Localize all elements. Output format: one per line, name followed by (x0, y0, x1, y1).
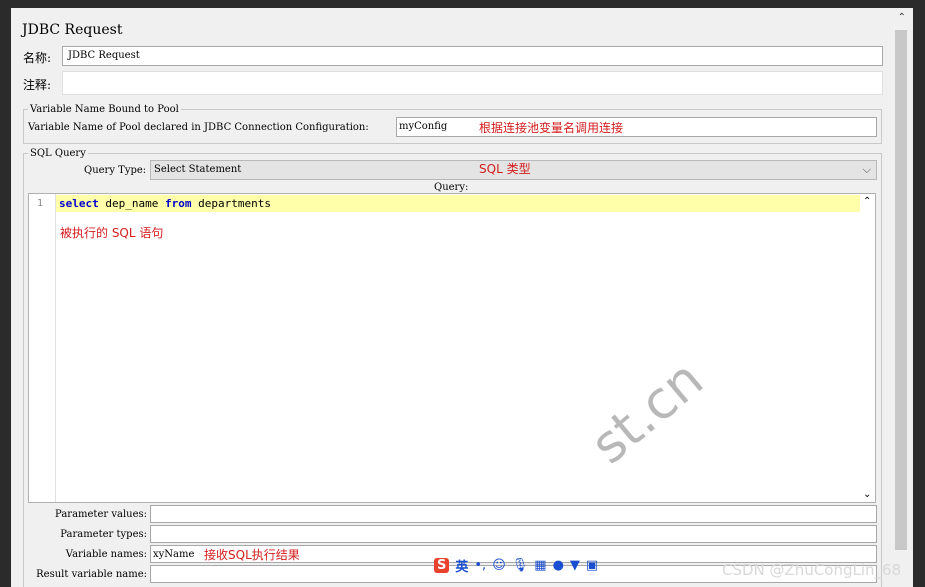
param-values-input[interactable] (150, 505, 877, 523)
variable-names-annotation: 接收SQL执行结果 (204, 548, 300, 562)
user-icon[interactable]: ● (553, 558, 564, 573)
emoji-icon[interactable]: ☺ (492, 558, 506, 573)
keyword-select: select (59, 197, 99, 210)
query-label: Query: (434, 182, 469, 193)
microphone-icon[interactable]: 🎙 (512, 558, 529, 573)
line-gutter: 1 (29, 194, 56, 502)
sql-query-legend: SQL Query (30, 148, 86, 159)
variable-names-value: xyName (153, 549, 195, 560)
pool-group-legend: Variable Name Bound to Pool (30, 104, 179, 115)
ime-language[interactable]: 英 (455, 556, 468, 575)
query-type-label: Query Type: (84, 165, 147, 176)
comment-input[interactable] (62, 71, 883, 95)
query-type-annotation: SQL 类型 (479, 162, 531, 176)
shirt-icon[interactable]: ▼ (570, 558, 580, 573)
result-variable-label: Result variable name: (36, 569, 147, 580)
variable-names-label: Variable names: (65, 549, 147, 560)
sql-editor[interactable]: 1 select dep_name from departments 被执行的 … (28, 193, 876, 503)
line-number: 1 (37, 198, 44, 209)
chevron-down-icon[interactable]: ⌄ (863, 489, 871, 500)
punctuation-icon[interactable]: •, (474, 558, 486, 573)
sogou-logo-icon[interactable]: S (434, 558, 450, 573)
grid-icon[interactable]: ▣ (586, 558, 598, 573)
param-types-input[interactable] (150, 525, 877, 543)
csdn-watermark: CSDN @ZhuCongLin_68 (722, 561, 902, 579)
query-type-value: Select Statement (154, 164, 242, 175)
comment-label: 注释: (23, 78, 52, 92)
pool-label: Variable Name of Pool declared in JDBC C… (28, 122, 369, 133)
chevron-up-icon[interactable]: ⌃ (863, 196, 871, 207)
chevron-up-icon[interactable]: ⌃ (898, 12, 906, 23)
page-title: JDBC Request (22, 22, 123, 38)
jdbc-request-panel: JDBC Request 名称: JDBC Request 注释: Variab… (11, 8, 913, 587)
name-input[interactable]: JDBC Request (62, 46, 883, 66)
pool-annotation: 根据连接池变量名调用连接 (479, 121, 624, 135)
ime-toolbar[interactable]: S 英 •, ☺ 🎙 ▦ ● ▼ ▣ (434, 556, 598, 575)
param-types-label: Parameter types: (60, 529, 147, 540)
param-values-label: Parameter values: (55, 509, 147, 520)
panel-scrollbar[interactable] (895, 30, 907, 550)
editor-scrollbar[interactable]: ⌃ ⌄ (861, 194, 875, 502)
chevron-down-icon: ⌵ (862, 163, 871, 176)
code-line[interactable]: select dep_name from departments (56, 195, 860, 212)
code-text-columns: dep_name (98, 197, 165, 210)
pool-value: myConfig (399, 121, 448, 132)
code-annotation: 被执行的 SQL 语句 (60, 226, 164, 240)
keyword-from: from (164, 197, 192, 210)
code-text-table: departments (191, 197, 271, 210)
name-label: 名称: (23, 51, 52, 65)
keyboard-icon[interactable]: ▦ (534, 558, 546, 573)
pool-input[interactable]: myConfig (396, 117, 877, 137)
